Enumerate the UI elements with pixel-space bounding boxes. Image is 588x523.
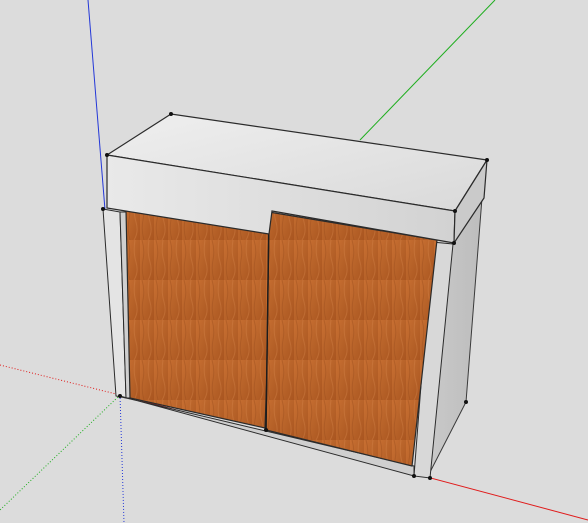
green-axis xyxy=(359,0,496,141)
sketchup-3d-viewport[interactable] xyxy=(0,0,588,523)
model-canvas[interactable] xyxy=(0,0,588,523)
right-door[interactable] xyxy=(265,211,438,467)
left-door[interactable] xyxy=(125,209,273,429)
green-axis-dotted xyxy=(0,394,121,511)
blue-axis-dotted xyxy=(119,394,125,523)
red-axis-dotted xyxy=(0,364,121,396)
